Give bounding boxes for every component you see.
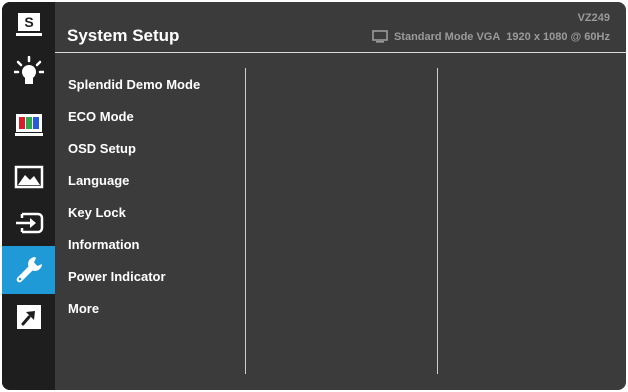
resolution-label: 1920 x 1080 @ 60Hz xyxy=(506,30,610,43)
color-bars-icon xyxy=(14,114,43,136)
header-divider xyxy=(55,52,626,53)
model-name: VZ249 xyxy=(577,12,610,24)
mode-label: Standard Mode VGA xyxy=(393,30,501,43)
sidebar-item-brightness[interactable] xyxy=(2,48,55,94)
page-title: System Setup xyxy=(67,26,180,45)
sidebar-item-system-setup[interactable] xyxy=(2,246,55,294)
menu-item-power-indicator[interactable]: Power Indicator xyxy=(68,269,166,284)
menu-item-splendid-demo-mode[interactable]: Splendid Demo Mode xyxy=(68,77,200,92)
osd-panel: S System Setup VZ249 Standard Mode VGA 1… xyxy=(2,2,626,390)
monitor-icon xyxy=(372,30,388,43)
sidebar-item-color[interactable] xyxy=(2,102,55,148)
sidebar-item-input[interactable] xyxy=(2,200,55,246)
menu-item-more[interactable]: More xyxy=(68,301,99,316)
column-divider-2 xyxy=(437,68,438,374)
menu-item-language[interactable]: Language xyxy=(68,173,129,188)
menu-item-information[interactable]: Information xyxy=(68,237,140,252)
sidebar-item-shortcut[interactable] xyxy=(2,294,55,340)
menu-item-eco-mode[interactable]: ECO Mode xyxy=(68,109,134,124)
splendid-s-icon: S xyxy=(15,13,42,36)
input-select-icon xyxy=(15,212,43,234)
sidebar-item-splendid[interactable]: S xyxy=(2,2,55,48)
sidebar: S xyxy=(2,2,55,390)
column-divider-1 xyxy=(245,68,246,374)
menu-item-osd-setup[interactable]: OSD Setup xyxy=(68,141,136,156)
menu-item-key-lock[interactable]: Key Lock xyxy=(68,205,126,220)
sidebar-item-image[interactable] xyxy=(2,154,55,200)
image-landscape-icon xyxy=(14,165,43,189)
wrench-icon xyxy=(16,257,42,283)
status-bar: Standard Mode VGA 1920 x 1080 @ 60Hz xyxy=(372,30,610,43)
shortcut-arrow-icon xyxy=(16,305,41,329)
brightness-bulb-icon xyxy=(13,56,44,84)
splendid-s-label: S xyxy=(24,14,33,30)
